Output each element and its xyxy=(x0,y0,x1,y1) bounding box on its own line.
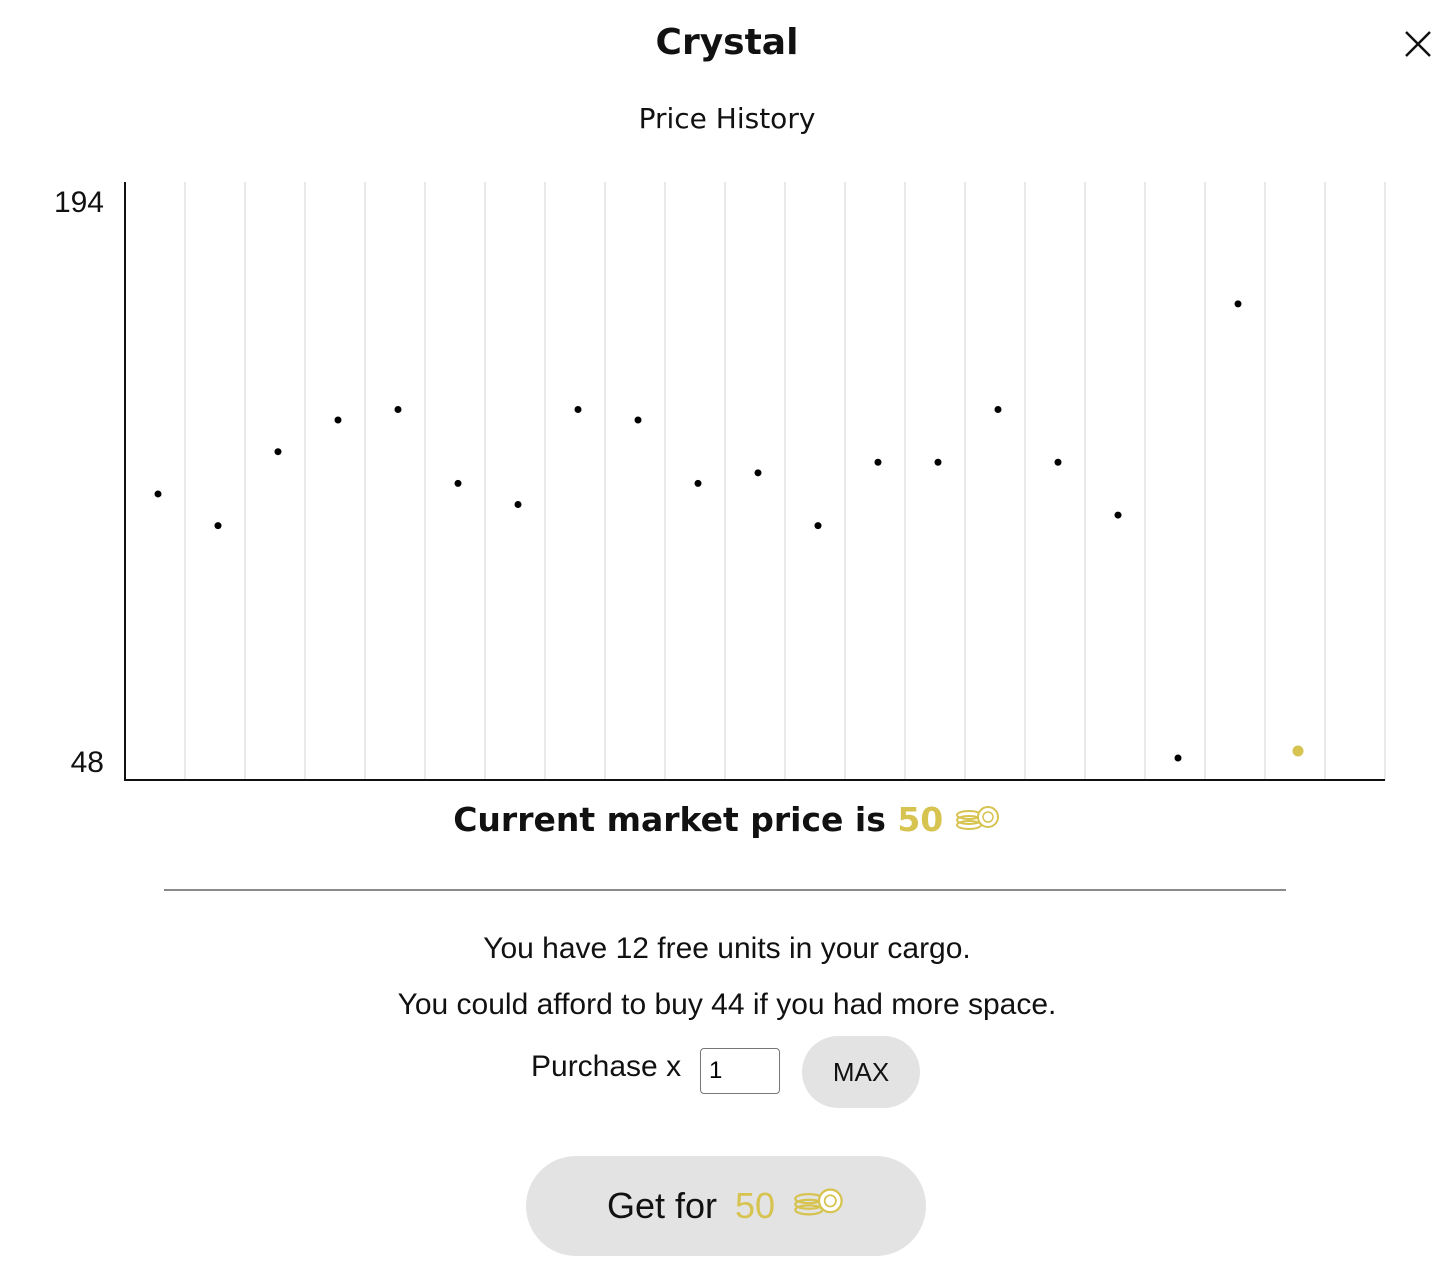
buy-button-price: 50 xyxy=(735,1185,776,1226)
price-point xyxy=(1054,458,1062,466)
price-point xyxy=(394,405,402,413)
price-point xyxy=(754,469,762,477)
purchase-label: Purchase x xyxy=(531,1050,682,1083)
market-price-prefix: Current market price is xyxy=(453,800,898,839)
chart-subtitle: Price History xyxy=(638,102,816,135)
item-title: Crystal xyxy=(655,22,799,63)
buy-button[interactable]: Get for 50 xyxy=(526,1156,926,1256)
price-history-chart: 194 48 xyxy=(0,160,1454,800)
cargo-info: You have 12 free units in your cargo. xyxy=(483,932,971,965)
price-point xyxy=(454,479,462,487)
price-point xyxy=(574,405,582,413)
coins-icon xyxy=(793,1185,845,1228)
price-point xyxy=(874,458,882,466)
price-point xyxy=(214,522,222,530)
chart-gridlines xyxy=(184,182,1386,780)
y-tick-label-min: 48 xyxy=(71,746,104,779)
market-price-value: 50 xyxy=(897,800,944,839)
quantity-input[interactable] xyxy=(700,1048,780,1094)
y-tick-label-max: 194 xyxy=(54,186,104,219)
price-point xyxy=(1234,300,1242,308)
buy-button-label: Get for xyxy=(606,1185,717,1226)
price-point xyxy=(1174,754,1182,762)
price-point xyxy=(1114,511,1122,519)
price-point xyxy=(934,458,942,466)
chart-points xyxy=(154,300,1304,762)
close-icon[interactable] xyxy=(1398,24,1438,64)
price-point xyxy=(694,479,702,487)
price-point xyxy=(634,416,642,424)
afford-info: You could afford to buy 44 if you had mo… xyxy=(397,988,1057,1021)
price-history-plot: 194 48 xyxy=(54,182,1386,781)
coins-icon xyxy=(955,802,1001,841)
price-point xyxy=(994,405,1002,413)
price-point xyxy=(154,490,162,498)
purchase-row: Purchase x MAX xyxy=(0,1034,1454,1108)
price-point xyxy=(814,522,822,530)
market-price-line: Current market price is 50 xyxy=(0,800,1454,841)
price-point xyxy=(334,416,342,424)
price-point xyxy=(274,448,282,456)
max-button[interactable]: MAX xyxy=(802,1036,920,1108)
current-price-point xyxy=(1292,745,1304,757)
price-point xyxy=(514,501,522,509)
section-divider xyxy=(164,889,1286,891)
